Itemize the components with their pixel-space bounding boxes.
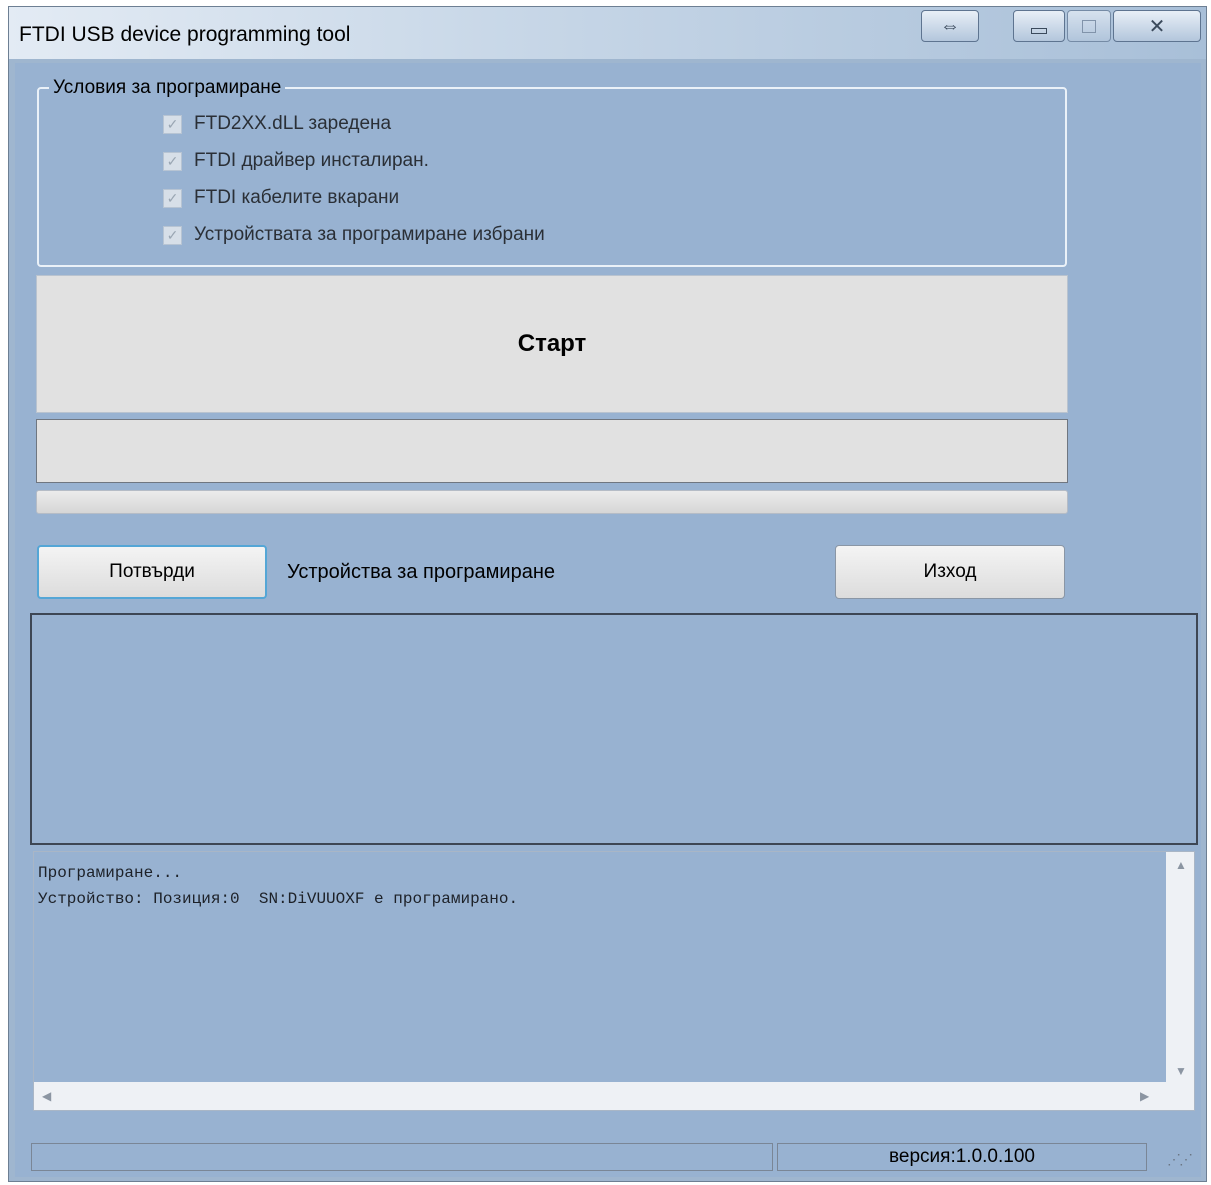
status-panel-left (31, 1143, 773, 1171)
devices-label: Устройства за програмиране (287, 561, 555, 583)
size-grip-icon[interactable]: ⋰⋰ (1167, 1151, 1193, 1168)
confirm-button[interactable]: Потвърди (37, 545, 267, 599)
scroll-left-arrow-icon[interactable]: ◀ (42, 1089, 51, 1103)
condition-label: FTDI кабелите вкарани (194, 187, 400, 208)
version-label: версия:1.0.0.100 (777, 1143, 1147, 1171)
app-window: FTDI USB device programming tool ⇔ ✕ Усл… (8, 6, 1207, 1182)
condition-label: FTD2XX.dLL заредена (194, 113, 392, 134)
exit-button[interactable]: Изход (835, 545, 1065, 599)
condition-label: Устройствата за програмиране избрани (194, 224, 545, 245)
status-panel (36, 419, 1068, 483)
maximize-icon (1082, 19, 1096, 33)
log-line: Устройство: Позиция:0 SN:DiVUUOXF е прог… (38, 890, 519, 908)
status-bar: версия:1.0.0.100 ⋰⋰ (15, 1135, 1201, 1177)
horizontal-scrollbar[interactable]: ◀ ▶ (34, 1082, 1194, 1110)
close-button[interactable]: ✕ (1113, 10, 1201, 42)
window-title: FTDI USB device programming tool (19, 23, 351, 46)
condition-dll-loaded[interactable]: ✓ FTD2XX.dLL заредена (163, 113, 391, 135)
resize-arrows-icon: ⇔ (940, 14, 960, 37)
log-text: Програмиране... Устройство: Позиция:0 SN:… (38, 860, 518, 912)
minimize-button[interactable] (1013, 10, 1065, 42)
title-bar[interactable]: FTDI USB device programming tool ⇔ ✕ (9, 7, 1206, 59)
maximize-button[interactable] (1067, 10, 1111, 42)
resize-arrows-button[interactable]: ⇔ (921, 10, 979, 42)
close-icon: ✕ (1148, 15, 1166, 38)
device-list[interactable] (30, 613, 1198, 845)
checkmark-icon: ✓ (163, 225, 182, 245)
scroll-up-arrow-icon[interactable]: ▲ (1175, 858, 1187, 872)
minimize-icon (1031, 28, 1047, 34)
progress-bar (36, 490, 1068, 514)
conditions-groupbox: Условия за програмиране ✓ FTD2XX.dLL зар… (37, 77, 1067, 267)
checkmark-icon: ✓ (163, 151, 182, 171)
scroll-down-arrow-icon[interactable]: ▼ (1175, 1064, 1187, 1078)
condition-driver-installed[interactable]: ✓ FTDI драйвер инсталиран. (163, 150, 429, 172)
condition-devices-selected[interactable]: ✓ Устройствата за програмиране избрани (163, 224, 545, 246)
conditions-legend: Условия за програмиране (49, 77, 286, 99)
vertical-scrollbar[interactable]: ▲ ▼ (1166, 852, 1194, 1084)
condition-cables-plugged[interactable]: ✓ FTDI кабелите вкарани (163, 187, 399, 209)
start-button[interactable]: Старт (36, 275, 1068, 413)
scroll-right-arrow-icon[interactable]: ▶ (1140, 1089, 1149, 1103)
log-line: Програмиране... (38, 864, 183, 882)
client-area: Условия за програмиране ✓ FTD2XX.dLL зар… (15, 63, 1201, 1177)
checkmark-icon: ✓ (163, 114, 182, 134)
condition-label: FTDI драйвер инсталиран. (194, 150, 429, 171)
log-textbox[interactable]: Програмиране... Устройство: Позиция:0 SN:… (33, 851, 1195, 1111)
checkmark-icon: ✓ (163, 188, 182, 208)
